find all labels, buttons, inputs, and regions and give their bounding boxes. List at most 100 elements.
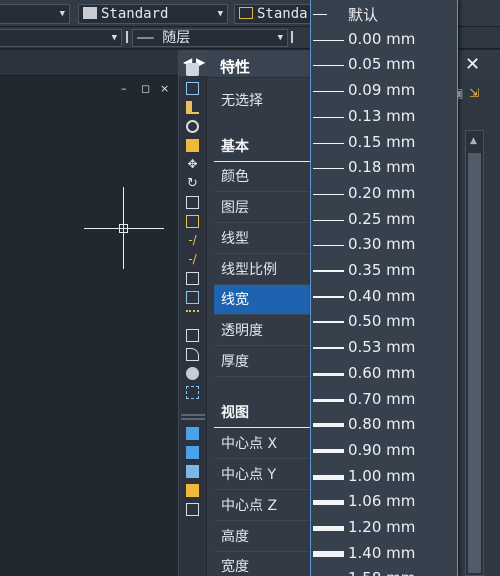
toolbar-divider: [291, 31, 293, 43]
blend-icon[interactable]: [186, 348, 199, 361]
chamfer-icon[interactable]: [186, 310, 199, 323]
scale-icon[interactable]: [186, 196, 199, 209]
explode-icon[interactable]: [186, 367, 199, 380]
lineweight-option[interactable]: 0.35 mm: [311, 259, 457, 284]
property-row[interactable]: 图层: [214, 193, 310, 223]
lineweight-sample: [313, 526, 344, 531]
lineweight-sample: [313, 142, 344, 144]
lineweight-option[interactable]: 0.50 mm: [311, 310, 457, 335]
layer-combo[interactable]: ▼: [0, 29, 122, 47]
close-viewport-icon[interactable]: ×: [160, 82, 169, 95]
mirror-icon[interactable]: [186, 101, 199, 114]
linetype-combo[interactable]: —— 随层 ▼: [132, 29, 288, 47]
array-icon[interactable]: [186, 139, 199, 152]
property-section-header[interactable]: 视图: [214, 398, 310, 428]
minimize-icon[interactable]: –: [121, 82, 127, 95]
lineweight-sample: [313, 39, 344, 41]
property-row[interactable]: 中心点 Y: [214, 460, 310, 490]
bring-above-icon[interactable]: [186, 484, 199, 497]
offset-icon[interactable]: [186, 120, 199, 133]
toolbar-grip[interactable]: [181, 418, 205, 420]
chevron-down-icon: ▼: [277, 33, 283, 43]
lineweight-option[interactable]: 默认: [311, 2, 457, 27]
lineweight-label: 1.58 mm: [348, 569, 415, 576]
lineweight-dropdown[interactable]: 默认 0.00 mm 0.05 mm 0.09 mm 0.13 mm 0.15 mm 0.1…: [310, 0, 458, 576]
fillet-icon[interactable]: [186, 329, 199, 342]
lineweight-sample: [313, 14, 327, 15]
draw-order-icon[interactable]: [186, 427, 199, 440]
lineweight-option[interactable]: 0.09 mm: [311, 79, 457, 104]
drawing-canvas[interactable]: – ◻ ×: [0, 50, 178, 576]
select-objects-icon[interactable]: ⇲: [469, 86, 479, 100]
scrollbar-thumb[interactable]: [468, 153, 481, 573]
stretch-icon[interactable]: [186, 215, 199, 228]
property-row[interactable]: 线型比例: [214, 255, 310, 285]
lineweight-option[interactable]: 1.00 mm: [311, 465, 457, 490]
erase-icon[interactable]: [186, 63, 199, 76]
lineweight-option[interactable]: 0.18 mm: [311, 156, 457, 181]
text-style-icon: [83, 7, 97, 19]
lineweight-option[interactable]: 0.60 mm: [311, 362, 457, 387]
send-back-icon[interactable]: [186, 465, 199, 478]
modify-toolbar: ◀ ▶ ✥ ↻ -/ -/: [178, 50, 207, 576]
lineweight-option[interactable]: 1.20 mm: [311, 516, 457, 541]
scroll-up-icon[interactable]: ▲: [470, 136, 477, 146]
lineweight-label: 0.60 mm: [348, 363, 416, 382]
lineweight-label: 0.80 mm: [348, 415, 416, 434]
rotate-icon[interactable]: ↻: [186, 177, 199, 190]
lineweight-label: 0.90 mm: [348, 440, 416, 459]
properties-match-icon[interactable]: [186, 386, 199, 399]
properties-scrollbar[interactable]: ▲: [465, 130, 484, 576]
restore-icon[interactable]: ◻: [141, 82, 150, 95]
lineweight-sample: [313, 347, 344, 350]
bring-forward-icon[interactable]: [186, 446, 199, 459]
properties-header: 特性: [207, 50, 311, 78]
lineweight-option[interactable]: 0.05 mm: [311, 53, 457, 78]
send-under-icon[interactable]: [186, 503, 199, 516]
lineweight-option[interactable]: 0.15 mm: [311, 131, 457, 156]
lineweight-option[interactable]: 0.40 mm: [311, 285, 457, 310]
lineweight-option[interactable]: 0.30 mm: [311, 233, 457, 258]
lineweight-option[interactable]: 1.06 mm: [311, 490, 457, 515]
dim-style-icon: [239, 7, 253, 19]
text-style-combo[interactable]: Standard ▼: [78, 4, 228, 24]
property-row[interactable]: 线宽: [214, 285, 310, 315]
property-row[interactable]: 高度: [214, 522, 310, 552]
text-style-value: Standard: [101, 6, 169, 22]
lineweight-option[interactable]: 0.70 mm: [311, 388, 457, 413]
copy-icon[interactable]: [186, 82, 199, 95]
lineweight-option[interactable]: 0.80 mm: [311, 413, 457, 438]
property-row[interactable]: 线型: [214, 224, 310, 254]
property-row[interactable]: 颜色: [214, 162, 310, 192]
property-row[interactable]: 中心点 X: [214, 429, 310, 459]
prev-style-combo[interactable]: ▼: [0, 4, 70, 24]
lineweight-label: 1.20 mm: [348, 518, 416, 536]
extend-icon[interactable]: -/: [186, 253, 199, 266]
lineweight-label: 默认: [348, 6, 379, 24]
property-row[interactable]: 厚度: [214, 347, 310, 377]
lineweight-option[interactable]: 0.00 mm: [311, 28, 457, 53]
property-row[interactable]: 中心点 Z: [214, 491, 310, 521]
property-row[interactable]: 宽度: [214, 552, 310, 576]
chevron-down-icon: ▼: [217, 9, 223, 19]
property-row[interactable]: 透明度: [214, 316, 310, 346]
lineweight-option[interactable]: 0.53 mm: [311, 336, 457, 361]
lineweight-option[interactable]: 0.90 mm: [311, 439, 457, 464]
close-icon[interactable]: ✕: [465, 54, 480, 75]
lineweight-option[interactable]: 1.58 mm: [311, 567, 457, 576]
lineweight-option[interactable]: 1.40 mm: [311, 542, 457, 567]
chevron-down-icon: ▼: [59, 9, 65, 19]
lineweight-sample: [313, 295, 344, 298]
selection-filter[interactable]: 无选择: [214, 86, 310, 116]
move-icon[interactable]: ✥: [186, 158, 199, 171]
lineweight-sample: [313, 474, 344, 480]
lineweight-option[interactable]: 0.13 mm: [311, 105, 457, 130]
lineweight-sample: [313, 65, 344, 67]
break-icon[interactable]: [186, 272, 199, 285]
toolbar-grip[interactable]: [181, 414, 205, 416]
join-icon[interactable]: [186, 291, 199, 304]
property-section-header[interactable]: 基本: [214, 132, 310, 162]
lineweight-option[interactable]: 0.25 mm: [311, 208, 457, 233]
trim-icon[interactable]: -/: [186, 234, 199, 247]
lineweight-option[interactable]: 0.20 mm: [311, 182, 457, 207]
